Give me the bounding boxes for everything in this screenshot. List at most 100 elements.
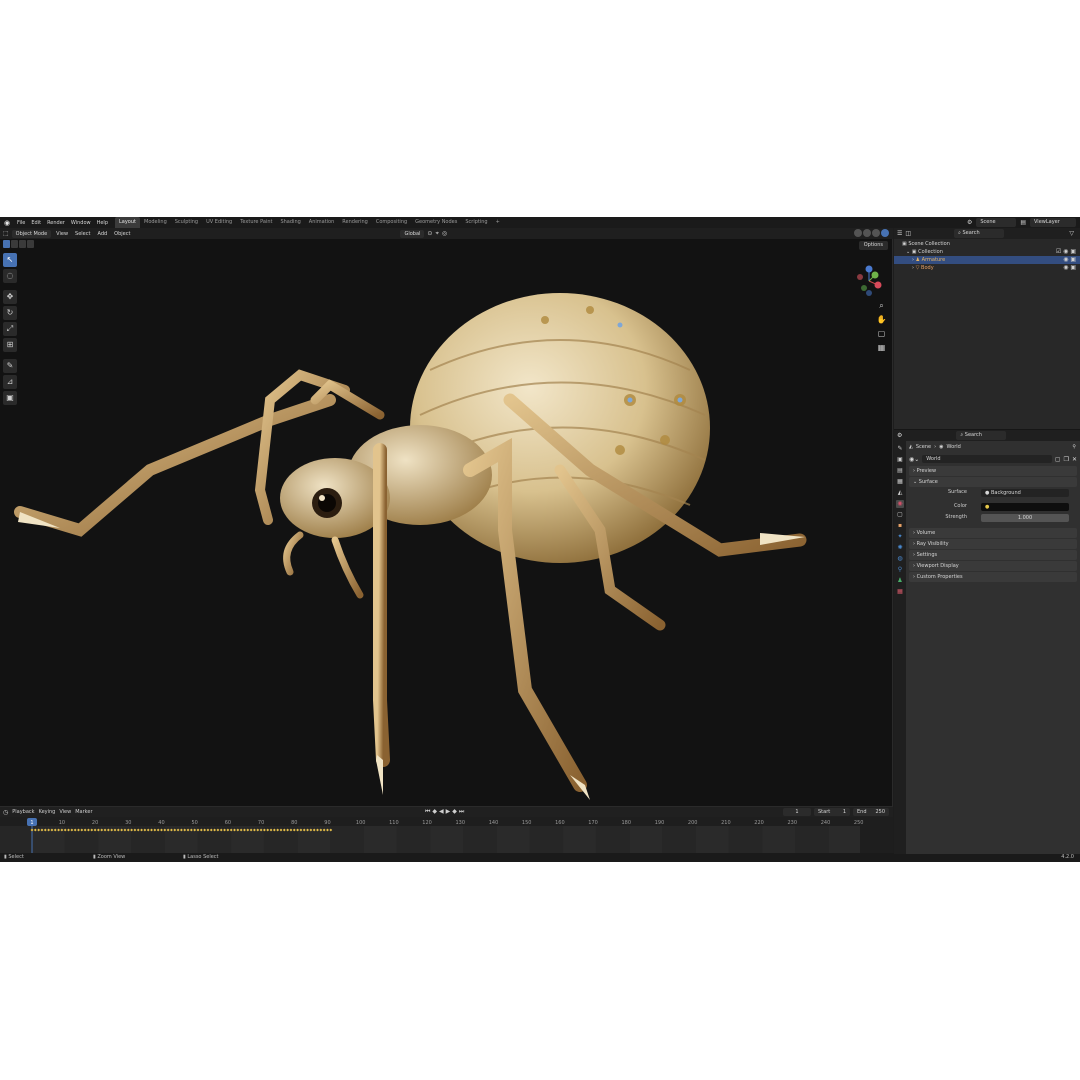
menu-add[interactable]: Add [95, 231, 109, 237]
jump-start-icon[interactable]: ⏮ [425, 808, 430, 816]
timeline-editor-icon[interactable]: ◷ [3, 809, 8, 816]
tab-geometry-nodes[interactable]: Geometry Nodes [411, 217, 461, 228]
render-tab-icon[interactable]: ▣ [896, 456, 904, 464]
proportional-edit-icon[interactable]: ◎ [442, 230, 447, 237]
pivot-icon[interactable]: ⊙ [427, 230, 432, 237]
filter-icon[interactable]: ▽ [1069, 230, 1074, 237]
collection-tab-icon[interactable]: ▢ [896, 511, 904, 519]
outliner-editor-icon[interactable]: ☰ [897, 230, 902, 237]
fake-user-icon[interactable]: ▢ [1055, 456, 1061, 463]
view-layer-selector[interactable]: ViewLayer [1030, 218, 1076, 227]
outliner-row-body[interactable]: › ▽ Body ◉ ▣ [894, 264, 1080, 272]
tab-rendering[interactable]: Rendering [338, 217, 372, 228]
properties-editor[interactable]: ⚙ ⌕ Search ✎ ▣ ▤ ▦ ◭ ◉ ▢ ▪ ✦ ✺ ◍ ⚲ ♟ ▦ ◭… [894, 429, 1080, 854]
blender-logo-icon[interactable]: ◉ [3, 219, 11, 227]
transform-orientation-selector[interactable]: Global [400, 229, 425, 238]
solid-shading-icon[interactable] [863, 229, 871, 237]
panel-volume[interactable]: › Volume [909, 528, 1077, 538]
world-name-field[interactable]: World [922, 455, 1052, 463]
timeline-editor[interactable]: ◷ Playback Keying View Marker ⏮ ◆ ◀ ▶ ◆ … [0, 806, 893, 853]
panel-surface[interactable]: ⌄ Surface [909, 477, 1077, 487]
menu-window[interactable]: Window [68, 220, 94, 226]
tab-compositing[interactable]: Compositing [372, 217, 411, 228]
panel-custom-properties[interactable]: › Custom Properties [909, 572, 1077, 582]
strength-field[interactable]: 1.000 [981, 514, 1069, 522]
data-tab-icon[interactable]: ♟ [896, 577, 904, 585]
snap-icon[interactable]: ⌖ [435, 230, 438, 238]
3d-viewport[interactable]: ⬚ Object Mode View Select Add Object Glo… [0, 228, 893, 806]
view-layer-tab-icon[interactable]: ▦ [896, 478, 904, 486]
particles-tab-icon[interactable]: ✺ [896, 544, 904, 552]
select-extend-icon[interactable] [11, 240, 18, 248]
menu-timeline-view[interactable]: View [59, 809, 71, 815]
tab-scripting[interactable]: Scripting [461, 217, 491, 228]
tab-texture-paint[interactable]: Texture Paint [236, 217, 276, 228]
tab-uv-editing[interactable]: UV Editing [202, 217, 236, 228]
keyframe-track[interactable] [0, 826, 860, 853]
panel-preview[interactable]: › Preview [909, 466, 1077, 476]
expand-chevron-icon[interactable]: ⌄ [906, 249, 910, 255]
select-invert-icon[interactable] [27, 240, 34, 248]
menu-marker[interactable]: Marker [75, 809, 92, 815]
color-link-icon[interactable]: ● [985, 504, 989, 510]
add-workspace-button[interactable]: + [492, 217, 504, 228]
tool-tab-icon[interactable]: ✎ [896, 445, 904, 453]
current-frame-field[interactable]: 1 [783, 808, 811, 816]
menu-select[interactable]: Select [73, 231, 92, 237]
expand-chevron-icon[interactable]: › [912, 257, 914, 263]
scene-tab-icon[interactable]: ◭ [896, 489, 904, 497]
play-reverse-icon[interactable]: ◀ [439, 808, 444, 816]
mode-selector[interactable]: Object Mode [11, 229, 52, 238]
visibility-eye-icon[interactable]: ◉ ▣ [1063, 264, 1076, 272]
surface-shader-field[interactable]: ● Background [981, 489, 1069, 497]
material-shading-icon[interactable] [872, 229, 880, 237]
panel-viewport-display[interactable]: › Viewport Display [909, 561, 1077, 571]
next-keyframe-icon[interactable]: ◆ [452, 808, 457, 816]
select-new-icon[interactable] [3, 240, 10, 248]
visibility-eye-icon[interactable]: ◉ ▣ [1063, 256, 1076, 264]
start-frame-field[interactable]: Start 1 [814, 808, 850, 816]
jump-end-icon[interactable]: ⏭ [459, 808, 464, 816]
outliner-search[interactable]: ⌕ Search [954, 229, 1005, 238]
menu-render[interactable]: Render [44, 220, 68, 226]
editor-type-icon[interactable]: ⬚ [3, 230, 9, 237]
outliner-row-armature[interactable]: › ♟ Armature ◉ ▣ [894, 256, 1080, 264]
duplicate-icon[interactable]: ❐ [1064, 456, 1069, 463]
menu-keying[interactable]: Keying [39, 809, 56, 815]
modifier-tab-icon[interactable]: ✦ [896, 533, 904, 541]
prev-keyframe-icon[interactable]: ◆ [432, 808, 437, 816]
end-frame-field[interactable]: End 250 [853, 808, 889, 816]
tab-shading[interactable]: Shading [276, 217, 304, 228]
object-tab-icon[interactable]: ▪ [896, 522, 904, 530]
menu-edit[interactable]: Edit [28, 220, 44, 226]
world-browse-icon[interactable]: ◉⌄ [909, 456, 919, 463]
menu-playback[interactable]: Playback [12, 809, 34, 815]
display-mode-icon[interactable]: ◫ [905, 230, 911, 237]
panel-settings[interactable]: › Settings [909, 550, 1077, 560]
select-subtract-icon[interactable] [19, 240, 26, 248]
world-tab-icon[interactable]: ◉ [896, 500, 904, 508]
panel-ray-visibility[interactable]: › Ray Visibility [909, 539, 1077, 549]
tab-sculpting[interactable]: Sculpting [171, 217, 202, 228]
physics-tab-icon[interactable]: ◍ [896, 555, 904, 563]
menu-view[interactable]: View [54, 231, 70, 237]
rendered-shading-icon[interactable] [881, 229, 889, 237]
expand-chevron-icon[interactable]: › [912, 265, 914, 271]
properties-search[interactable]: ⌕ Search [956, 431, 1007, 440]
output-tab-icon[interactable]: ▤ [896, 467, 904, 475]
unlink-icon[interactable]: ✕ [1072, 456, 1077, 463]
scene-selector[interactable]: Scene [976, 218, 1017, 227]
options-button[interactable]: Options [858, 241, 888, 250]
menu-file[interactable]: File [14, 220, 28, 226]
frame-ruler[interactable]: 1 10 20 30 40 50 60 70 80 90 100 110 120 130 140 150 160… [0, 818, 893, 826]
tab-layout[interactable]: Layout [115, 217, 140, 228]
menu-help[interactable]: Help [94, 220, 111, 226]
outliner-row-collection[interactable]: ⌄ ▣ Collection ☑ ◉ ▣ [894, 248, 1080, 256]
spider-3d-model[interactable] [0, 250, 893, 806]
tab-animation[interactable]: Animation [305, 217, 339, 228]
wireframe-shading-icon[interactable] [854, 229, 862, 237]
pin-icon[interactable]: ⚲ [1072, 444, 1076, 450]
outliner-row-scene-collection[interactable]: ▣ Scene Collection [894, 240, 1080, 248]
properties-editor-icon[interactable]: ⚙ [897, 432, 902, 439]
texture-tab-icon[interactable]: ▦ [896, 588, 904, 596]
